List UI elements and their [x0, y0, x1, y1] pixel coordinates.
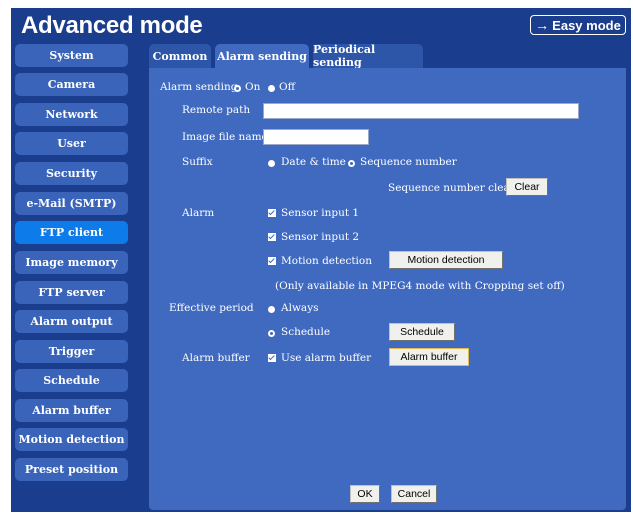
remote-path-input[interactable] [263, 103, 579, 119]
mpeg4-note: (Only available in MPEG4 mode with Cropp… [275, 280, 565, 292]
alarm-sending-on-radio[interactable] [234, 85, 241, 92]
effective-period-label: Effective period [169, 302, 254, 314]
alarm-sending-label: Alarm sending [160, 81, 238, 93]
tab-alarm-sending[interactable]: Alarm sending [215, 44, 309, 68]
remote-path-label: Remote path [182, 104, 251, 116]
alarm-label: Alarm [182, 207, 215, 219]
schedule-button[interactable]: Schedule [389, 323, 455, 341]
sidebar-item-security[interactable]: Security [15, 162, 128, 185]
sidebar-item-camera[interactable]: Camera [15, 73, 128, 96]
sidebar-item-ftp-client[interactable]: FTP client [15, 221, 128, 244]
effective-period-always-radio[interactable] [268, 306, 275, 313]
effective-period-always-label: Always [281, 302, 319, 314]
motion-detection-checkbox[interactable] [268, 257, 276, 265]
arrow-right-icon: → [535, 17, 550, 33]
alarm-buffer-button[interactable]: Alarm buffer [389, 348, 469, 366]
image-file-name-input[interactable] [263, 129, 369, 145]
sidebar-item-motion-detection[interactable]: Motion detection [15, 428, 128, 451]
suffix-sequence-label: Sequence number [360, 156, 457, 168]
sensor-input-2-label: Sensor input 2 [281, 231, 360, 243]
use-alarm-buffer-label: Use alarm buffer [281, 352, 372, 364]
suffix-label: Suffix [182, 156, 213, 168]
clear-button[interactable]: Clear [506, 178, 548, 196]
use-alarm-buffer-checkbox[interactable] [268, 354, 276, 362]
easy-mode-button[interactable]: → Easy mode [530, 15, 626, 35]
sidebar-item-system[interactable]: System [15, 44, 128, 67]
sidebar-item-trigger[interactable]: Trigger [15, 340, 128, 363]
sidebar-item-network[interactable]: Network [15, 103, 128, 126]
sensor-input-1-checkbox[interactable] [268, 209, 276, 217]
tab-common[interactable]: Common [149, 44, 211, 68]
cancel-button[interactable]: Cancel [391, 485, 437, 503]
sidebar-item-image-memory[interactable]: Image memory [15, 251, 128, 274]
suffix-sequence-radio[interactable] [348, 160, 355, 167]
ok-button[interactable]: OK [350, 485, 380, 503]
sidebar-item-user[interactable]: User [15, 132, 128, 155]
suffix-date-time-label: Date & time [281, 156, 346, 168]
page-title: Advanced mode [21, 12, 203, 39]
sidebar-item-email-smtp[interactable]: e-Mail (SMTP) [15, 192, 128, 215]
sidebar-item-preset-position[interactable]: Preset position [15, 458, 128, 481]
alarm-sending-on-label: On [245, 81, 261, 93]
sidebar-item-alarm-buffer[interactable]: Alarm buffer [15, 399, 128, 422]
alarm-buffer-label: Alarm buffer [182, 352, 250, 364]
effective-period-schedule-radio[interactable] [268, 330, 275, 337]
sidebar-item-schedule[interactable]: Schedule [15, 369, 128, 392]
sequence-number-clear-label: Sequence number clear [388, 182, 515, 194]
alarm-sending-off-label: Off [279, 81, 296, 93]
motion-detection-button[interactable]: Motion detection [389, 251, 503, 269]
sidebar-item-alarm-output[interactable]: Alarm output [15, 310, 128, 333]
sensor-input-2-checkbox[interactable] [268, 233, 276, 241]
motion-detection-label: Motion detection [281, 255, 372, 267]
sensor-input-1-label: Sensor input 1 [281, 207, 360, 219]
alarm-sending-off-radio[interactable] [268, 85, 275, 92]
effective-period-schedule-label: Schedule [281, 326, 331, 338]
easy-mode-label: Easy mode [552, 17, 621, 33]
suffix-date-time-radio[interactable] [268, 160, 275, 167]
tab-periodical-sending[interactable]: Periodical sending [313, 43, 423, 69]
sidebar-item-ftp-server[interactable]: FTP server [15, 281, 128, 304]
image-file-name-label: Image file name [182, 131, 268, 143]
